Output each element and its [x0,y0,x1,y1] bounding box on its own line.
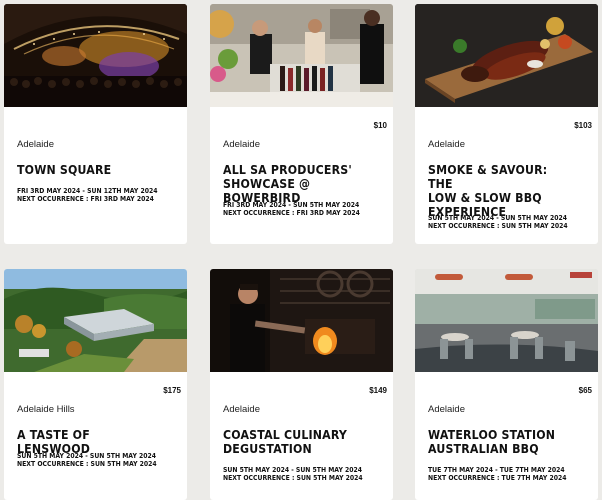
event-location: Adelaide [17,139,54,150]
event-next-occurrence: NEXT OCCURRENCE : SUN 5TH MAY 2024 [428,222,568,230]
event-card-body: $149 Adelaide COASTAL CULINARY DEGUSTATI… [210,372,393,500]
event-card-body: $175 Adelaide Hills A TASTE OF LENSWOOD … [4,372,187,500]
event-image[interactable] [210,269,393,372]
event-grid: Adelaide TOWN SQUARE FRI 3RD MAY 2024 - … [0,0,602,500]
event-price: $10 [373,121,387,130]
event-image[interactable] [4,269,187,372]
event-card[interactable]: $175 Adelaide Hills A TASTE OF LENSWOOD … [4,269,187,500]
event-next-occurrence: NEXT OCCURRENCE : SUN 5TH MAY 2024 [17,460,157,468]
event-date-range: TUE 7TH MAY 2024 - TUE 7TH MAY 2024 [428,466,565,474]
event-price: $175 [163,386,181,395]
event-title[interactable]: COASTAL CULINARY DEGUSTATION [223,428,368,456]
event-price: $103 [574,121,592,130]
event-card[interactable]: $103 Adelaide SMOKE & SAVOUR: THE LOW & … [415,4,598,244]
event-price: $149 [369,386,387,395]
event-title[interactable]: SMOKE & SAVOUR: THE LOW & SLOW BBQ EXPER… [428,163,573,219]
event-location: Adelaide Hills [17,404,75,415]
event-date-range: FRI 3RD MAY 2024 - SUN 12TH MAY 2024 [17,187,158,195]
event-next-occurrence: NEXT OCCURRENCE : FRI 3RD MAY 2024 [17,195,154,203]
event-image[interactable] [415,4,598,107]
event-location: Adelaide [223,404,260,415]
event-card[interactable]: $65 Adelaide WATERLOO STATION AUSTRALIAN… [415,269,598,500]
event-title[interactable]: WATERLOO STATION AUSTRALIAN BBQ [428,428,573,456]
event-date-range: SUN 5TH MAY 2024 - SUN 5TH MAY 2024 [223,466,363,474]
event-location: Adelaide [428,404,465,415]
event-title[interactable]: ALL SA PRODUCERS' SHOWCASE @ BOWERBIRD [223,163,368,205]
event-card[interactable]: $149 Adelaide COASTAL CULINARY DEGUSTATI… [210,269,393,500]
event-card-body: $103 Adelaide SMOKE & SAVOUR: THE LOW & … [415,107,598,244]
event-date-range: FRI 3RD MAY 2024 - SUN 5TH MAY 2024 [223,201,360,209]
event-card-body: $10 Adelaide ALL SA PRODUCERS' SHOWCASE … [210,107,393,244]
event-card-body: Adelaide TOWN SQUARE FRI 3RD MAY 2024 - … [4,107,187,244]
event-next-occurrence: NEXT OCCURRENCE : FRI 3RD MAY 2024 [223,209,360,217]
event-card-body: $65 Adelaide WATERLOO STATION AUSTRALIAN… [415,372,598,500]
event-card[interactable]: $10 Adelaide ALL SA PRODUCERS' SHOWCASE … [210,4,393,244]
event-image[interactable] [210,4,393,107]
event-location: Adelaide [428,139,465,150]
event-next-occurrence: NEXT OCCURRENCE : SUN 5TH MAY 2024 [223,474,363,482]
event-location: Adelaide [223,139,260,150]
event-date-range: SUN 5TH MAY 2024 - SUN 5TH MAY 2024 [428,214,568,222]
event-card[interactable]: Adelaide TOWN SQUARE FRI 3RD MAY 2024 - … [4,4,187,244]
event-next-occurrence: NEXT OCCURRENCE : TUE 7TH MAY 2024 [428,474,567,482]
event-image[interactable] [4,4,187,107]
event-image[interactable] [415,269,598,372]
event-date-range: SUN 5TH MAY 2024 - SUN 5TH MAY 2024 [17,452,157,460]
event-title[interactable]: TOWN SQUARE [17,163,162,177]
event-price: $65 [578,386,592,395]
